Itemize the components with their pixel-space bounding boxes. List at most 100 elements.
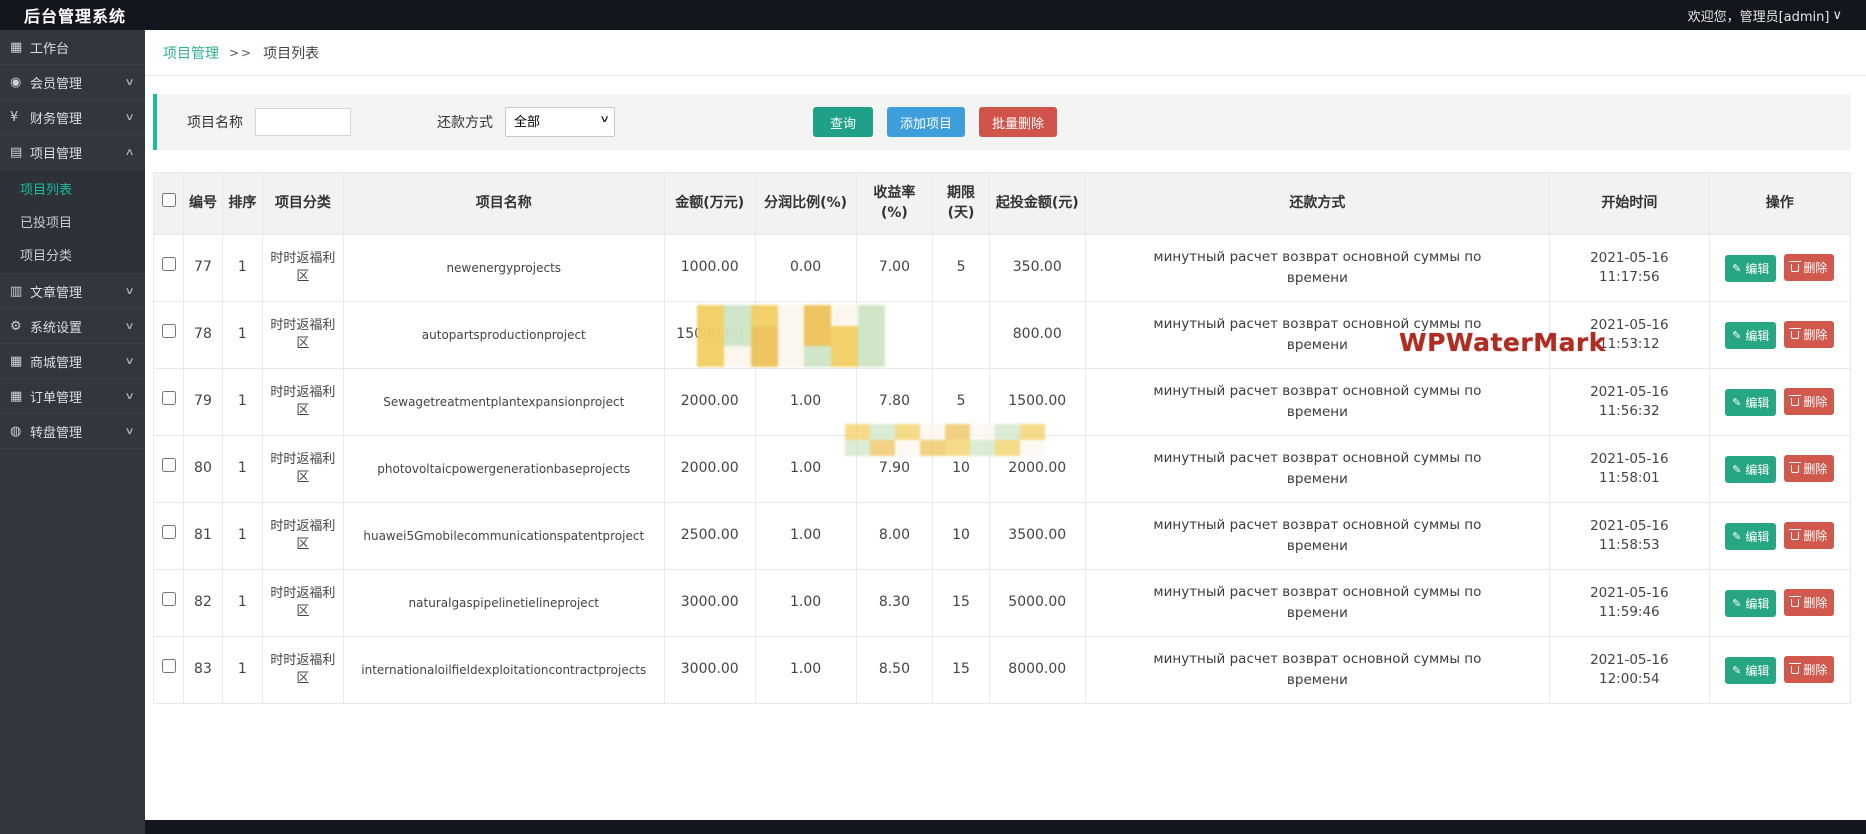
trash-icon <box>1791 465 1799 473</box>
edit-pencil-icon: ✎ <box>1732 664 1741 677</box>
table-cell: 350.00 <box>989 234 1085 301</box>
table-cell: 83 <box>184 636 222 703</box>
table-cell: 时时返福利区 <box>263 368 344 435</box>
row-checkbox[interactable] <box>162 458 176 472</box>
breadcrumb-current: 项目列表 <box>263 43 319 63</box>
sidebar-item-4[interactable]: ▥文章管理∨ <box>0 274 145 309</box>
filter-panel: 项目名称 还款方式 全部 查询 添加项目 批量删除 <box>153 94 1851 150</box>
delete-button[interactable]: 删除 <box>1784 522 1834 549</box>
delete-button[interactable]: 删除 <box>1784 589 1834 616</box>
column-header: 编号 <box>184 173 222 235</box>
edit-pencil-icon: ✎ <box>1732 262 1741 275</box>
dashboard-icon: ▦ <box>10 40 30 55</box>
select-all-checkbox[interactable] <box>162 193 176 207</box>
sidebar-item-5[interactable]: ⚙系统设置∨ <box>0 309 145 344</box>
add-project-button[interactable]: 添加项目 <box>887 107 965 137</box>
articles-icon: ▥ <box>10 284 30 299</box>
wheel-icon: ◍ <box>10 424 30 439</box>
user-menu[interactable]: 欢迎您，管理员[admin] ∨ <box>1688 6 1842 25</box>
batch-delete-button[interactable]: 批量删除 <box>979 107 1057 137</box>
sidebar-subitem[interactable]: 项目分类 <box>0 238 145 271</box>
trash-icon <box>1791 331 1799 339</box>
breadcrumb-link-project-management[interactable]: 项目管理 <box>163 43 219 63</box>
table-cell <box>933 301 990 368</box>
row-checkbox[interactable] <box>162 525 176 539</box>
table-cell: 10 <box>933 502 990 569</box>
edit-button[interactable]: ✎编辑 <box>1725 322 1776 349</box>
repay-method-cell: минутный расчет возврат основной суммы п… <box>1085 636 1549 703</box>
repay-method-cell: минутный расчет возврат основной суммы п… <box>1085 368 1549 435</box>
topbar: 后台管理系统 欢迎您，管理员[admin] ∨ <box>0 0 1866 30</box>
row-checkbox[interactable] <box>162 257 176 271</box>
delete-button[interactable]: 删除 <box>1784 321 1834 348</box>
trash-icon <box>1791 398 1799 406</box>
table-cell: internationaloilfieldexploitationcontrac… <box>343 636 664 703</box>
delete-button[interactable]: 删除 <box>1784 388 1834 415</box>
start-time-cell: 2021-05-1611:59:46 <box>1550 569 1710 636</box>
sidebar-item-1[interactable]: ◉会员管理∨ <box>0 65 145 100</box>
repay-method-cell: минутный расчет возврат основной суммы п… <box>1085 435 1549 502</box>
sidebar-item-2[interactable]: ¥财务管理∨ <box>0 100 145 135</box>
table-cell: 8000.00 <box>989 636 1085 703</box>
table-cell: 5 <box>933 234 990 301</box>
actions-cell: ✎编辑删除 <box>1709 636 1850 703</box>
column-header: 项目名称 <box>343 173 664 235</box>
sidebar-item-3[interactable]: ▤项目管理∧ <box>0 135 145 170</box>
start-time-cell: 2021-05-1611:58:53 <box>1550 502 1710 569</box>
sidebar-item-label: 工作台 <box>30 38 133 57</box>
column-header: 排序 <box>222 173 262 235</box>
row-checkbox[interactable] <box>162 324 176 338</box>
actions-cell: ✎编辑删除 <box>1709 368 1850 435</box>
edit-button[interactable]: ✎编辑 <box>1725 590 1776 617</box>
delete-button[interactable]: 删除 <box>1784 455 1834 482</box>
row-checkbox[interactable] <box>162 659 176 673</box>
table-row: 821时时返福利区naturalgaspipelinetielineprojec… <box>154 569 1851 636</box>
chevron-down-icon: ∨ <box>1832 8 1842 23</box>
trash-icon <box>1791 599 1799 607</box>
app-title: 后台管理系统 <box>24 3 126 27</box>
sidebar-item-label: 订单管理 <box>30 387 126 406</box>
table-cell: Sewagetreatmentplantexpansionproject <box>343 368 664 435</box>
repay-method-cell: минутный расчет возврат основной суммы п… <box>1085 234 1549 301</box>
search-button[interactable]: 查询 <box>813 107 873 137</box>
repay-method-select[interactable]: 全部 <box>505 107 615 137</box>
start-time-cell: 2021-05-1612:00:54 <box>1550 636 1710 703</box>
sidebar-subitem[interactable]: 项目列表 <box>0 172 145 205</box>
chevron-down-icon: ∨ <box>124 426 134 437</box>
breadcrumb-separator: >> <box>229 46 253 60</box>
edit-button[interactable]: ✎编辑 <box>1725 255 1776 282</box>
table-cell: 800.00 <box>989 301 1085 368</box>
edit-button[interactable]: ✎编辑 <box>1725 657 1776 684</box>
actions-cell: ✎编辑删除 <box>1709 435 1850 502</box>
delete-button[interactable]: 删除 <box>1784 656 1834 683</box>
column-header: 起投金额(元) <box>989 173 1085 235</box>
chevron-up-icon: ∧ <box>124 147 134 158</box>
actions-cell: ✎编辑删除 <box>1709 569 1850 636</box>
table-cell: newenergyprojects <box>343 234 664 301</box>
table-cell: 1 <box>222 301 262 368</box>
table-cell: 8.30 <box>856 569 933 636</box>
chevron-down-icon: ∨ <box>124 286 134 297</box>
project-name-input[interactable] <box>255 108 351 136</box>
table-cell: 1 <box>222 368 262 435</box>
edit-button[interactable]: ✎编辑 <box>1725 456 1776 483</box>
sidebar-item-6[interactable]: ▦商城管理∨ <box>0 344 145 379</box>
table-cell: 78 <box>184 301 222 368</box>
row-checkbox[interactable] <box>162 592 176 606</box>
table-cell: 1.00 <box>755 502 856 569</box>
delete-button[interactable]: 删除 <box>1784 254 1834 281</box>
wp-watermark-text: WPWaterMark <box>1399 328 1606 357</box>
sidebar-item-8[interactable]: ◍转盘管理∨ <box>0 414 145 449</box>
edit-button[interactable]: ✎编辑 <box>1725 389 1776 416</box>
sidebar-subitem[interactable]: 已投项目 <box>0 205 145 238</box>
table-header-row: 编号排序项目分类项目名称金额(万元)分润比例(%)收益率(%)期限(天)起投金额… <box>154 173 1851 235</box>
table-cell: 15 <box>933 569 990 636</box>
row-checkbox[interactable] <box>162 391 176 405</box>
column-header: 还款方式 <box>1085 173 1549 235</box>
table-cell: 3500.00 <box>989 502 1085 569</box>
mall-icon: ▦ <box>10 354 30 369</box>
sidebar-item-7[interactable]: ▦订单管理∨ <box>0 379 145 414</box>
column-header: 金额(万元) <box>664 173 755 235</box>
edit-button[interactable]: ✎编辑 <box>1725 523 1776 550</box>
sidebar-item-0[interactable]: ▦工作台 <box>0 30 145 65</box>
